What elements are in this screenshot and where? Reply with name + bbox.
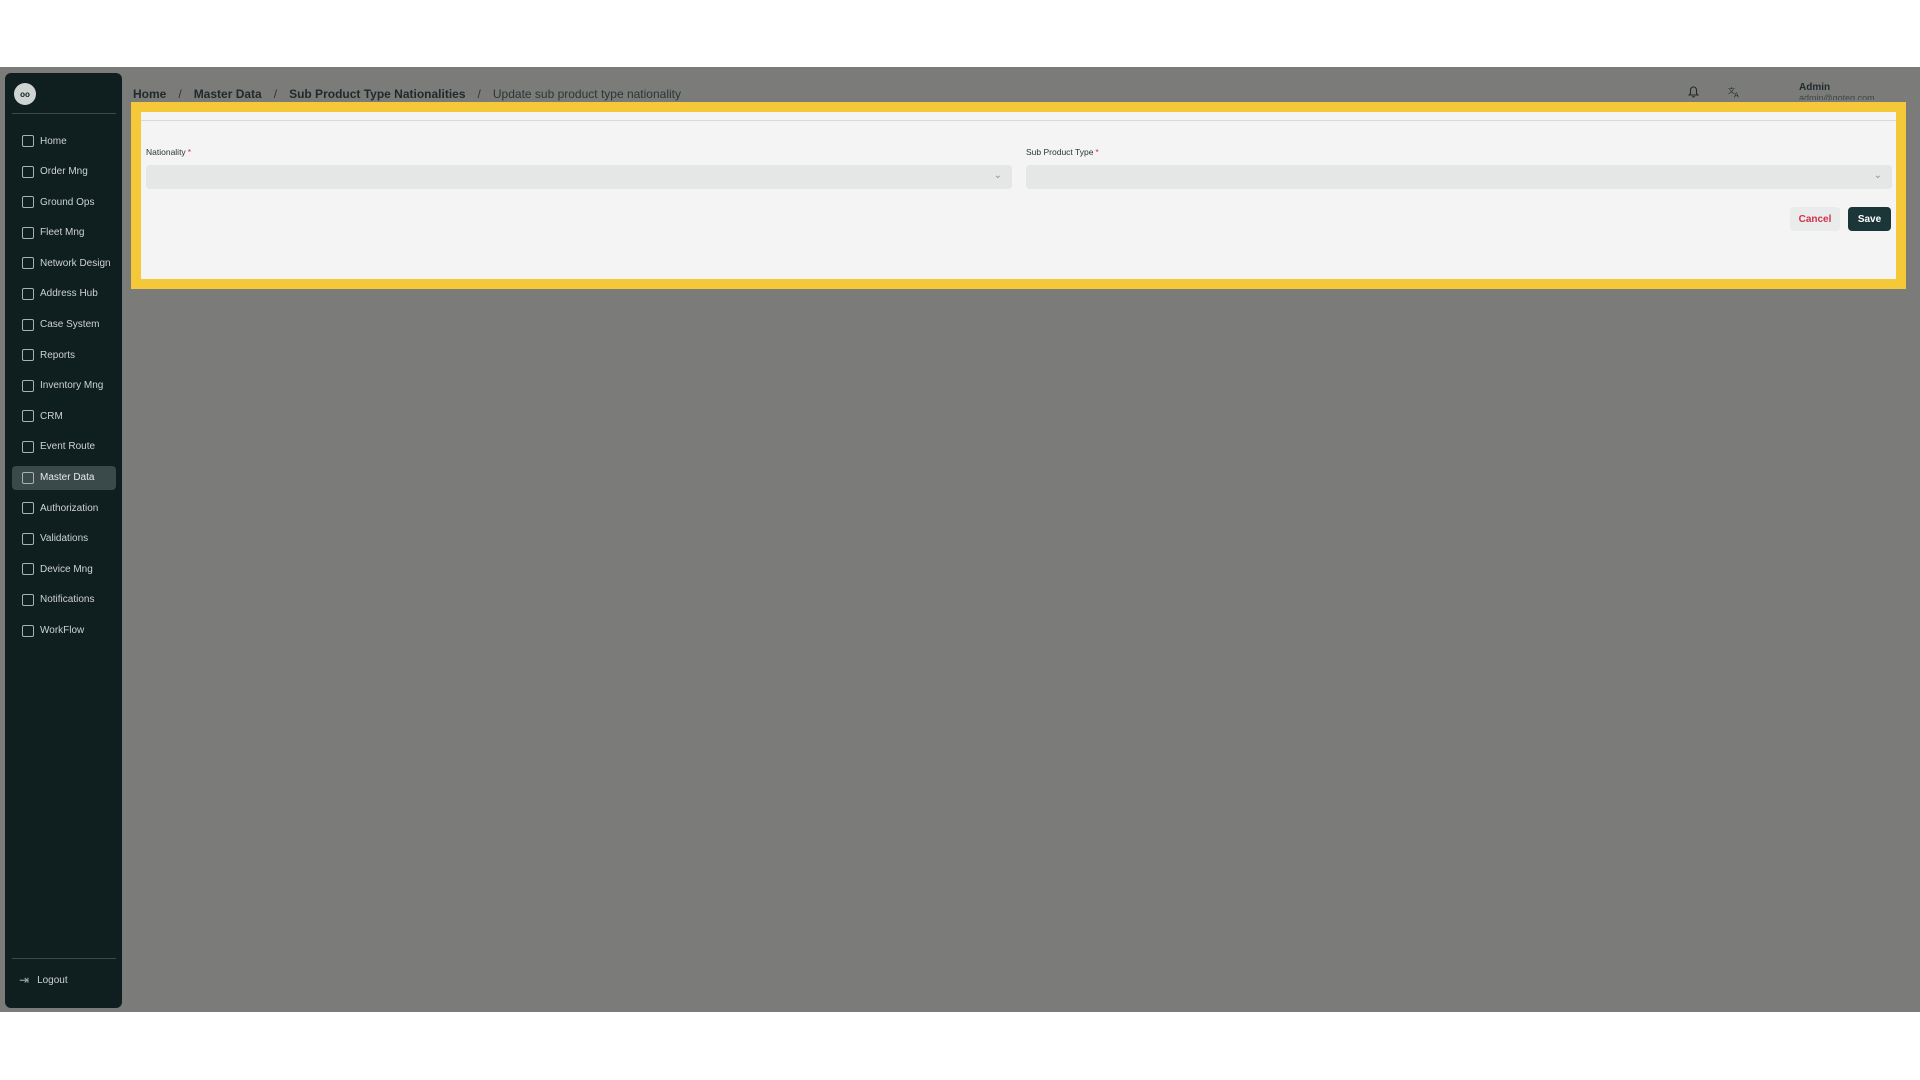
logout-label: Logout	[37, 974, 68, 986]
sidebar-divider	[12, 113, 116, 114]
cancel-button[interactable]: Cancel	[1790, 207, 1840, 231]
card-divider	[141, 120, 1896, 121]
workflow-icon	[22, 624, 34, 637]
route-icon	[22, 440, 34, 453]
sidebar: oo Home Order Mng Ground Ops Fleet Mng Netwo…	[5, 73, 122, 1008]
sidebar-item-label: Validations	[40, 533, 89, 545]
sidebar-item-label: Device Mng	[40, 563, 93, 575]
reports-icon	[22, 349, 34, 362]
sidebar-item-label: Home	[40, 135, 67, 147]
address-icon	[22, 287, 34, 300]
sidebar-nav: Home Order Mng Ground Ops Fleet Mng Network …	[12, 129, 116, 649]
bell-icon[interactable]	[1685, 84, 1701, 100]
breadcrumb: Home / Master Data / Sub Product Type Na…	[133, 87, 681, 101]
sidebar-item-label: Master Data	[40, 472, 95, 484]
required-marker: *	[1095, 147, 1099, 157]
nationality-field: Nationality * ⌄	[146, 147, 1012, 189]
home-icon	[22, 135, 34, 147]
app-logo[interactable]: oo	[14, 83, 36, 105]
sidebar-item-label: Ground Ops	[40, 196, 95, 208]
sidebar-item-label: CRM	[40, 410, 63, 422]
form-highlight: Nationality * ⌄ Sub Product Type * ⌄ Cance…	[131, 102, 1906, 289]
bell-icon	[22, 593, 34, 606]
sidebar-item-crm[interactable]: CRM	[12, 404, 116, 428]
user-email: admin@goteq.com	[1799, 93, 1875, 100]
sidebar-item-label: Network Design	[40, 257, 111, 269]
sidebar-item-home[interactable]: Home	[12, 129, 116, 153]
truck-icon	[22, 226, 34, 239]
sidebar-item-label: Notifications	[40, 594, 95, 606]
save-button[interactable]: Save	[1848, 207, 1891, 231]
logout-button[interactable]: ⇥ Logout	[19, 973, 68, 987]
translate-icon[interactable]: 文A	[1726, 84, 1742, 100]
logout-icon: ⇥	[19, 973, 30, 987]
nationality-label: Nationality *	[146, 147, 191, 157]
sub-product-type-label: Sub Product Type *	[1026, 147, 1099, 157]
sidebar-item-label: Case System	[40, 319, 100, 331]
chevron-down-icon: ⌄	[993, 170, 1002, 181]
sidebar-item-ground-ops[interactable]: Ground Ops	[12, 190, 116, 214]
sidebar-item-reports[interactable]: Reports	[12, 343, 116, 367]
sidebar-item-label: Reports	[40, 349, 76, 361]
sidebar-divider	[12, 958, 116, 959]
breadcrumb-separator: /	[178, 87, 182, 101]
sidebar-item-label: Authorization	[40, 502, 99, 514]
user-name: Admin	[1799, 82, 1831, 93]
sidebar-item-network-design[interactable]: Network Design	[12, 251, 116, 275]
breadcrumb-sub-product-type-nationalities[interactable]: Sub Product Type Nationalities	[289, 87, 465, 101]
sidebar-item-authorization[interactable]: Authorization	[12, 496, 116, 520]
sidebar-item-order-mng[interactable]: Order Mng	[12, 160, 116, 184]
sidebar-item-label: Fleet Mng	[40, 227, 85, 239]
sidebar-item-label: Order Mng	[40, 166, 88, 178]
breadcrumb-home[interactable]: Home	[133, 87, 166, 101]
sidebar-item-inventory-mng[interactable]: Inventory Mng	[12, 374, 116, 398]
form-card: Nationality * ⌄ Sub Product Type * ⌄ Cance…	[141, 112, 1896, 279]
user-menu[interactable]: Admin admin@goteq.com	[1799, 82, 1875, 100]
ground-ops-icon	[22, 196, 34, 209]
breadcrumb-current: Update sub product type nationality	[492, 87, 681, 101]
breadcrumb-separator: /	[273, 87, 278, 101]
svg-text:A: A	[1734, 92, 1739, 99]
inventory-icon	[22, 379, 34, 392]
device-icon	[22, 563, 34, 576]
app-shell: oo Home Order Mng Ground Ops Fleet Mng Netwo…	[0, 67, 1920, 1012]
chevron-down-icon: ⌄	[1873, 170, 1882, 181]
sidebar-item-event-route[interactable]: Event Route	[12, 435, 116, 459]
breadcrumb-master-data[interactable]: Master Data	[194, 87, 262, 101]
sidebar-item-validations[interactable]: Validations	[12, 527, 116, 551]
order-icon	[22, 165, 34, 178]
database-icon	[22, 471, 34, 484]
sub-product-type-field: Sub Product Type * ⌄	[1026, 147, 1892, 189]
validations-icon	[22, 532, 34, 545]
sidebar-item-master-data[interactable]: Master Data	[12, 465, 116, 490]
sidebar-item-label: Address Hub	[40, 288, 98, 300]
sidebar-item-case-system[interactable]: Case System	[12, 313, 116, 337]
nationality-select[interactable]: ⌄	[146, 165, 1012, 189]
sidebar-item-fleet-mng[interactable]: Fleet Mng	[12, 221, 116, 245]
sidebar-item-label: Inventory Mng	[40, 380, 104, 392]
network-icon	[22, 257, 34, 270]
breadcrumb-separator: /	[477, 87, 481, 101]
sidebar-item-notifications[interactable]: Notifications	[12, 588, 116, 612]
sidebar-item-address-hub[interactable]: Address Hub	[12, 282, 116, 306]
users-icon	[22, 502, 34, 515]
sidebar-item-label: Event Route	[40, 441, 96, 453]
sidebar-item-label: WorkFlow	[40, 625, 85, 636]
case-icon	[22, 318, 34, 331]
sidebar-item-device-mng[interactable]: Device Mng	[12, 557, 116, 581]
crm-icon	[22, 410, 34, 423]
sub-product-type-select[interactable]: ⌄	[1026, 165, 1892, 189]
sidebar-item-workflow[interactable]: WorkFlow	[12, 619, 116, 643]
required-marker: *	[187, 147, 191, 157]
